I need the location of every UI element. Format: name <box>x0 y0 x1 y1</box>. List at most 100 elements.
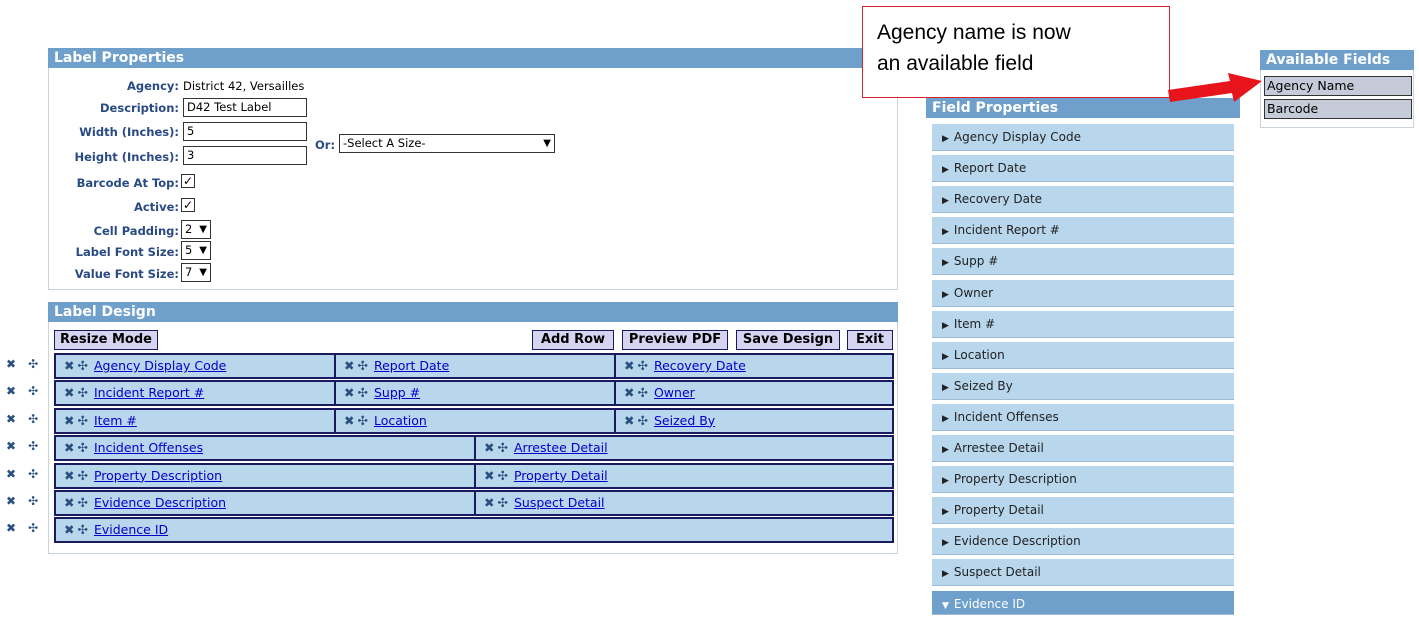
field-property-item[interactable]: ▶ Evidence Description <box>932 528 1234 556</box>
width-input[interactable]: 5 <box>183 122 307 141</box>
field-link[interactable]: Arrestee Detail <box>514 440 608 455</box>
move-field-icon[interactable]: ✣ <box>357 413 367 428</box>
delete-row-icon[interactable]: ✖ <box>6 357 16 371</box>
move-field-icon[interactable]: ✣ <box>357 358 367 373</box>
move-field-icon[interactable]: ✣ <box>357 385 367 400</box>
delete-row-icon[interactable]: ✖ <box>6 412 16 426</box>
delete-field-icon[interactable]: ✖ <box>624 413 634 428</box>
field-property-item[interactable]: ▶ Property Detail <box>932 497 1234 525</box>
field-link[interactable]: Incident Offenses <box>94 440 203 455</box>
field-property-item[interactable]: ▶ Suspect Detail <box>932 559 1234 587</box>
move-row-icon[interactable]: ✣ <box>28 494 38 508</box>
move-field-icon[interactable]: ✣ <box>77 440 87 455</box>
move-row-icon[interactable]: ✣ <box>28 521 38 535</box>
caret-right-icon: ▶ <box>942 289 949 300</box>
move-field-icon[interactable]: ✣ <box>637 358 647 373</box>
delete-field-icon[interactable]: ✖ <box>64 468 74 483</box>
delete-field-icon[interactable]: ✖ <box>624 385 634 400</box>
delete-field-icon[interactable]: ✖ <box>64 522 74 537</box>
field-property-item[interactable]: ▶ Location <box>932 341 1234 369</box>
value-font-size-label: Value Font Size: <box>74 267 179 281</box>
delete-field-icon[interactable]: ✖ <box>344 358 354 373</box>
delete-field-icon[interactable]: ✖ <box>484 495 494 510</box>
delete-row-icon[interactable]: ✖ <box>6 439 16 453</box>
field-property-item[interactable]: ▶ Recovery Date <box>932 186 1234 214</box>
field-link[interactable]: Evidence ID <box>94 522 168 537</box>
label-font-size-select[interactable]: 5 ▼ <box>181 241 211 260</box>
move-field-icon[interactable]: ✣ <box>77 358 87 373</box>
move-field-icon[interactable]: ✣ <box>497 495 507 510</box>
field-property-item[interactable]: ▶ Report Date <box>932 155 1234 183</box>
move-field-icon[interactable]: ✣ <box>497 440 507 455</box>
move-field-icon[interactable]: ✣ <box>77 522 87 537</box>
move-field-icon[interactable]: ✣ <box>77 385 87 400</box>
active-checkbox[interactable]: ✓ <box>181 198 195 212</box>
delete-field-icon[interactable]: ✖ <box>624 358 634 373</box>
delete-row-icon[interactable]: ✖ <box>6 384 16 398</box>
description-input[interactable]: D42 Test Label <box>183 98 307 117</box>
label-font-size-value: 5 <box>185 243 193 257</box>
delete-field-icon[interactable]: ✖ <box>64 385 74 400</box>
field-property-item[interactable]: ▶ Item # <box>932 310 1234 338</box>
move-field-icon[interactable]: ✣ <box>77 495 87 510</box>
barcode-top-checkbox[interactable]: ✓ <box>181 174 195 188</box>
delete-field-icon[interactable]: ✖ <box>64 440 74 455</box>
cell-padding-select[interactable]: 2 ▼ <box>181 220 211 239</box>
field-property-item[interactable]: ▶ Seized By <box>932 372 1234 400</box>
move-row-icon[interactable]: ✣ <box>28 357 38 371</box>
resize-mode-button[interactable]: Resize Mode <box>54 330 158 350</box>
height-input[interactable]: 3 <box>183 146 307 165</box>
cell-padding-value: 2 <box>185 222 193 236</box>
save-design-button[interactable]: Save Design <box>736 330 840 350</box>
available-field-agency-name[interactable]: Agency Name <box>1264 76 1412 96</box>
delete-row-icon[interactable]: ✖ <box>6 467 16 481</box>
delete-field-icon[interactable]: ✖ <box>64 413 74 428</box>
value-font-size-select[interactable]: 7 ▼ <box>181 263 211 282</box>
delete-field-icon[interactable]: ✖ <box>344 385 354 400</box>
delete-field-icon[interactable]: ✖ <box>484 468 494 483</box>
field-link[interactable]: Evidence Description <box>94 495 226 510</box>
preview-pdf-button[interactable]: Preview PDF <box>622 330 728 350</box>
move-row-icon[interactable]: ✣ <box>28 412 38 426</box>
field-property-item[interactable]: ▶ Incident Offenses <box>932 403 1234 431</box>
add-row-button[interactable]: Add Row <box>532 330 614 350</box>
active-label: Active: <box>133 200 179 214</box>
field-link[interactable]: Agency Display Code <box>94 358 226 373</box>
move-field-icon[interactable]: ✣ <box>77 468 87 483</box>
delete-row-icon[interactable]: ✖ <box>6 494 16 508</box>
field-property-item[interactable]: ▶ Agency Display Code <box>932 124 1234 151</box>
exit-button[interactable]: Exit <box>847 330 893 350</box>
field-link[interactable]: Recovery Date <box>654 358 746 373</box>
available-field-barcode[interactable]: Barcode <box>1264 99 1412 119</box>
field-link[interactable]: Supp # <box>374 385 420 400</box>
field-property-item[interactable]: ▶ Property Description <box>932 466 1234 494</box>
delete-field-icon[interactable]: ✖ <box>484 440 494 455</box>
field-property-item[interactable]: ▼ Evidence ID <box>932 590 1234 615</box>
move-field-icon[interactable]: ✣ <box>637 385 647 400</box>
field-property-item[interactable]: ▶ Arrestee Detail <box>932 435 1234 462</box>
delete-field-icon[interactable]: ✖ <box>64 358 74 373</box>
move-field-icon[interactable]: ✣ <box>77 413 87 428</box>
size-select[interactable]: -Select A Size- ▼ <box>339 134 555 153</box>
delete-field-icon[interactable]: ✖ <box>64 495 74 510</box>
field-link[interactable]: Incident Report # <box>94 385 204 400</box>
move-row-icon[interactable]: ✣ <box>28 467 38 481</box>
field-link[interactable]: Property Detail <box>514 468 608 483</box>
move-row-icon[interactable]: ✣ <box>28 439 38 453</box>
field-link[interactable]: Item # <box>94 413 137 428</box>
caret-right-icon: ▶ <box>942 165 949 176</box>
field-link[interactable]: Seized By <box>654 413 715 428</box>
move-row-icon[interactable]: ✣ <box>28 384 38 398</box>
field-link[interactable]: Owner <box>654 385 695 400</box>
field-link[interactable]: Report Date <box>374 358 449 373</box>
field-link[interactable]: Suspect Detail <box>514 495 605 510</box>
field-property-item[interactable]: ▶ Incident Report # <box>932 217 1234 245</box>
field-property-item[interactable]: ▶ Owner <box>932 279 1234 307</box>
field-property-item[interactable]: ▶ Supp # <box>932 248 1234 276</box>
field-link[interactable]: Property Description <box>94 468 222 483</box>
delete-row-icon[interactable]: ✖ <box>6 521 16 535</box>
move-field-icon[interactable]: ✣ <box>637 413 647 428</box>
delete-field-icon[interactable]: ✖ <box>344 413 354 428</box>
move-field-icon[interactable]: ✣ <box>497 468 507 483</box>
field-link[interactable]: Location <box>374 413 427 428</box>
